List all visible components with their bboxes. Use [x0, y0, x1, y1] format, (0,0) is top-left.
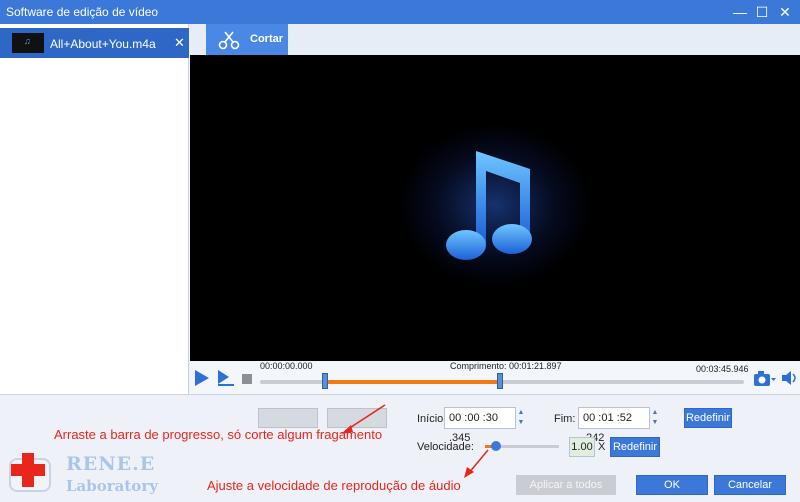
bottom-panel: Início: 00 :00 :30 .345 ▲ ▼ Fim: 00 :01 :…: [0, 394, 800, 502]
tab-bar: Cortar: [190, 24, 800, 55]
start-time-input[interactable]: 00 :00 :30 .345: [444, 407, 516, 444]
logo-text: RENE.E: [66, 453, 156, 475]
music-note-icon: ♫: [24, 36, 31, 46]
rene-logo-icon: [9, 453, 51, 492]
reset-trim-button[interactable]: Redefinir: [684, 408, 732, 428]
logo-subtext: Laboratory: [66, 477, 158, 495]
start-label: Início:: [417, 413, 447, 425]
tab-cut-label: Cortar: [250, 33, 284, 45]
end-time-input[interactable]: 00 :01 :52 .242: [578, 407, 650, 444]
file-list: ♫ All+About+You.m4a ✕: [0, 24, 189, 394]
end-handle[interactable]: [497, 373, 503, 389]
editor-area: Cortar 00:00:00.000 Comprimento: 00:01:2…: [190, 24, 800, 394]
play-segment-icon[interactable]: [218, 370, 234, 386]
arrow-icon: [341, 404, 386, 434]
file-thumbnail: ♫: [12, 33, 44, 53]
minimize-button[interactable]: —: [730, 2, 750, 22]
file-list-item[interactable]: ♫ All+About+You.m4a ✕: [0, 28, 189, 58]
file-name: All+About+You.m4a: [50, 37, 156, 51]
length-label: Comprimento: 00:01:21.897: [450, 361, 562, 371]
mark-start-button[interactable]: [258, 408, 318, 428]
speed-hint-annotation: Ajuste a velocidade de reprodução de áud…: [207, 478, 461, 493]
ok-button[interactable]: OK: [636, 475, 708, 495]
stop-icon[interactable]: [242, 374, 252, 384]
cancel-button[interactable]: Cancelar: [714, 475, 786, 495]
remove-file-button[interactable]: ✕: [174, 35, 185, 51]
play-icon[interactable]: [195, 370, 209, 386]
reset-speed-button[interactable]: Redefinir: [610, 437, 660, 457]
start-handle[interactable]: [322, 373, 328, 389]
speed-unit: X: [598, 441, 606, 453]
start-timestamp: 00:00:00.000: [260, 361, 313, 371]
end-label: Fim:: [554, 413, 576, 425]
start-time-stepper[interactable]: ▲ ▼: [516, 408, 526, 428]
maximize-button[interactable]: ☐: [752, 2, 772, 22]
end-timestamp: 00:03:45.946: [696, 364, 749, 374]
selected-range: [324, 380, 500, 384]
scissors-icon: [218, 31, 240, 50]
title-bar: Software de edição de vídeo — ☐ ✕: [0, 0, 800, 24]
close-button[interactable]: ✕: [775, 2, 795, 22]
apply-all-button[interactable]: Aplicar a todos: [516, 475, 616, 495]
camera-icon[interactable]: [754, 371, 776, 387]
player-controls: 00:00:00.000 Comprimento: 00:01:21.897 0…: [190, 361, 800, 394]
speed-input[interactable]: 1.00: [569, 437, 595, 457]
video-preview: [190, 55, 800, 361]
arrow-icon: [464, 449, 489, 478]
tab-cut[interactable]: Cortar: [206, 24, 288, 55]
progress-hint-annotation: Arraste a barra de progresso, só corte a…: [54, 427, 383, 442]
volume-icon[interactable]: [782, 371, 798, 385]
end-time-stepper[interactable]: ▲ ▼: [650, 408, 660, 428]
window-title: Software de edição de vídeo: [6, 5, 159, 19]
music-note-icon: [446, 151, 532, 260]
